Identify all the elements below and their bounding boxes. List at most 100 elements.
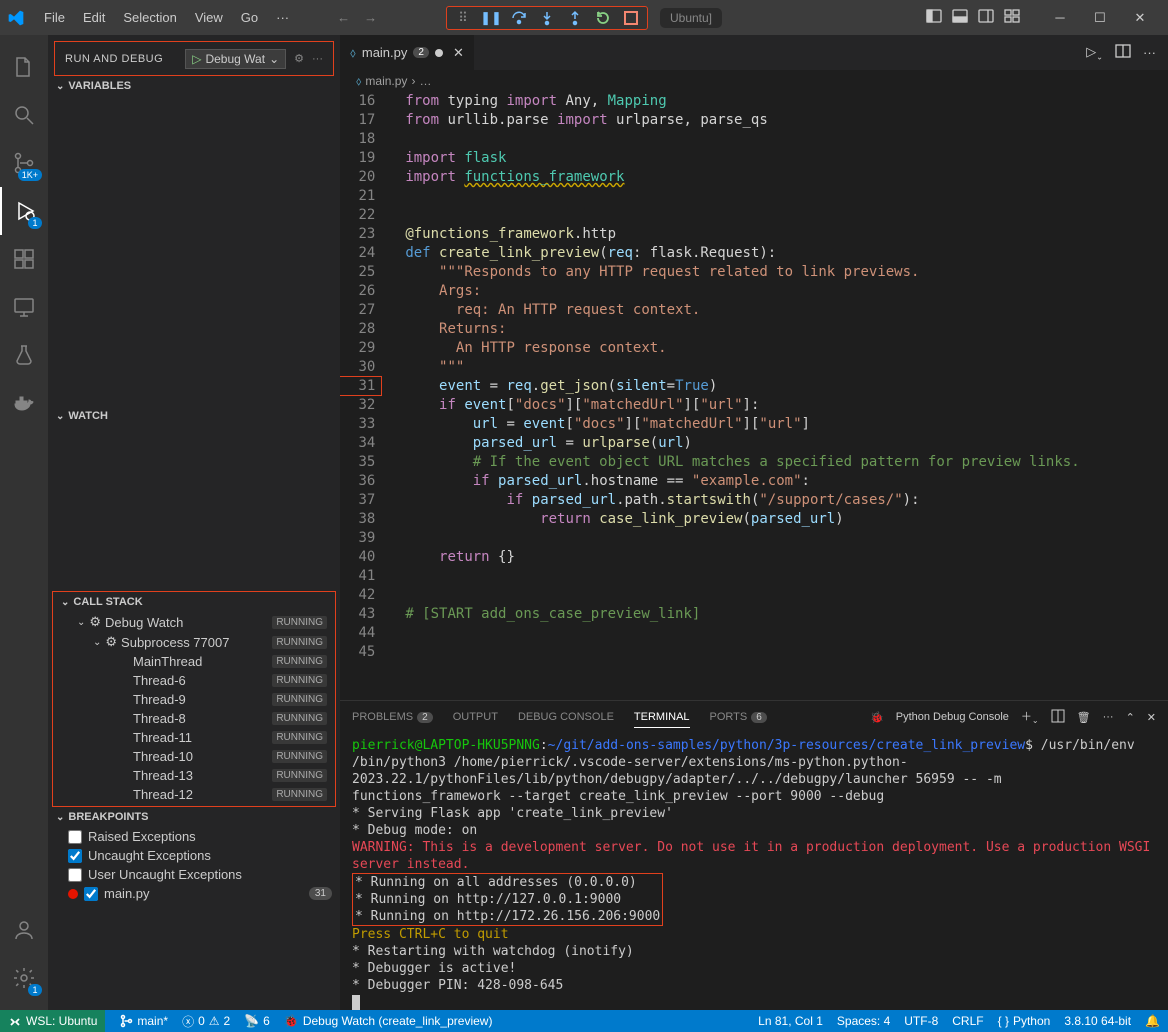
close-panel-icon[interactable]: ✕ — [1147, 711, 1156, 724]
close-icon[interactable]: ✕ — [1120, 3, 1160, 33]
remote-indicator[interactable]: WSL: Ubuntu — [0, 1010, 105, 1032]
callstack-item[interactable]: Thread-9RUNNING — [53, 690, 335, 709]
testing-icon[interactable] — [0, 331, 48, 379]
debug-status[interactable]: 🐞 Debug Watch (create_link_preview) — [284, 1014, 493, 1028]
menu-···[interactable]: ··· — [268, 6, 297, 29]
callstack-item[interactable]: Thread-13RUNNING — [53, 766, 335, 785]
terminal[interactable]: pierrick@LAPTOP-HKU5PNNG:~/git/add-ons-s… — [340, 733, 1168, 1010]
step-out-icon[interactable] — [567, 10, 583, 26]
menu-selection[interactable]: Selection — [115, 6, 184, 29]
step-into-icon[interactable] — [539, 10, 555, 26]
git-branch[interactable]: main* — [119, 1014, 168, 1028]
callstack-item[interactable]: Thread-11RUNNING — [53, 728, 335, 747]
sidebar-title: RUN AND DEBUG — [65, 53, 163, 65]
language-mode[interactable]: { } Python — [998, 1014, 1051, 1028]
split-editor-icon[interactable] — [1115, 43, 1131, 62]
debug-toolbar: ⠿ ❚❚ — [446, 6, 648, 30]
breakpoint-item[interactable]: Raised Exceptions — [48, 827, 340, 846]
variables-section-header[interactable]: ⌄VARIABLES — [48, 76, 340, 96]
panel-tab-problems[interactable]: PROBLEMS2 — [352, 711, 433, 723]
explorer-icon[interactable] — [0, 43, 48, 91]
split-terminal-icon[interactable] — [1051, 709, 1065, 726]
layout-customize-icon[interactable] — [1004, 8, 1020, 27]
panel-tab-terminal[interactable]: TERMINAL — [634, 711, 690, 728]
accounts-icon[interactable] — [0, 906, 48, 954]
menu-edit[interactable]: Edit — [75, 6, 113, 29]
new-terminal-icon[interactable]: ＋⌄ — [1021, 708, 1039, 725]
breadcrumb[interactable]: ⬨ main.py › … — [340, 70, 1168, 92]
pause-icon[interactable]: ❚❚ — [483, 10, 499, 26]
callstack-item[interactable]: MainThreadRUNNING — [53, 652, 335, 671]
search-icon[interactable] — [0, 91, 48, 139]
interpreter[interactable]: 3.8.10 64-bit — [1064, 1014, 1131, 1028]
nav-forward-icon[interactable]: → — [364, 10, 377, 25]
breakpoint-item[interactable]: Uncaught Exceptions — [48, 846, 340, 865]
play-icon: ▷ — [192, 52, 201, 66]
more-actions-icon[interactable]: ··· — [1143, 45, 1156, 60]
more-icon[interactable]: ··· — [312, 53, 323, 65]
callstack-item[interactable]: Thread-6RUNNING — [53, 671, 335, 690]
ports-indicator[interactable]: 📡 6 — [244, 1014, 270, 1028]
debug-icon: 🐞 — [870, 711, 884, 724]
modified-indicator-icon — [435, 49, 443, 57]
stop-icon[interactable] — [623, 10, 639, 26]
close-tab-icon[interactable]: ✕ — [453, 45, 464, 61]
code-editor[interactable]: from typing import Any, Mappingfrom urll… — [395, 92, 1079, 700]
cursor-position[interactable]: Ln 81, Col 1 — [758, 1014, 823, 1028]
panel-tab-ports[interactable]: PORTS6 — [710, 711, 767, 723]
breakpoints-section-header[interactable]: ⌄BREAKPOINTS — [48, 807, 340, 827]
docker-icon[interactable] — [0, 379, 48, 427]
callstack-item[interactable]: ⌄⚙Debug WatchRUNNING — [53, 612, 335, 632]
panel-tab-debug-console[interactable]: DEBUG CONSOLE — [518, 711, 614, 723]
breakpoint-item[interactable]: User Uncaught Exceptions — [48, 865, 340, 884]
layout-bottom-icon[interactable] — [952, 8, 968, 27]
menu-file[interactable]: File — [36, 6, 73, 29]
step-over-icon[interactable] — [511, 10, 527, 26]
terminal-name[interactable]: Python Debug Console — [896, 711, 1009, 723]
nav-back-icon[interactable]: ← — [337, 10, 350, 25]
problems-indicator[interactable]: ⓧ 0 ⚠ 2 — [182, 1013, 230, 1030]
indentation[interactable]: Spaces: 4 — [837, 1014, 890, 1028]
terminal-highlight-box: * Running on all addresses (0.0.0.0) * R… — [352, 873, 663, 926]
layout-right-icon[interactable] — [978, 8, 994, 27]
settings-icon[interactable]: 1 — [0, 954, 48, 1002]
watch-section-header[interactable]: ⌄WATCH — [48, 406, 340, 426]
eol[interactable]: CRLF — [952, 1014, 983, 1028]
run-icon[interactable]: ▷⌄ — [1086, 44, 1103, 62]
gear-icon[interactable]: ⚙ — [294, 52, 304, 65]
status-bar: WSL: Ubuntu main* ⓧ 0 ⚠ 2 📡 6 🐞 Debug Wa… — [0, 1010, 1168, 1032]
debug-config-selector[interactable]: ▷ Debug Wat ⌄ — [185, 49, 286, 69]
command-center[interactable]: Ubuntu] — [660, 8, 722, 28]
more-icon[interactable]: ··· — [1103, 711, 1114, 723]
layout-left-icon[interactable] — [926, 8, 942, 27]
minimize-icon[interactable]: ─ — [1040, 3, 1080, 33]
tab-badge: 2 — [413, 47, 429, 58]
encoding[interactable]: UTF-8 — [904, 1014, 938, 1028]
breakpoint-item[interactable]: main.py31 — [48, 884, 340, 903]
editor-tab-main[interactable]: ⬨ main.py 2 ✕ — [340, 35, 475, 70]
source-control-icon[interactable]: 1K+ — [0, 139, 48, 187]
title-bar: FileEditSelectionViewGo··· ← → ⠿ ❚❚ Ubun… — [0, 0, 1168, 35]
menu-view[interactable]: View — [187, 6, 231, 29]
menu-go[interactable]: Go — [233, 6, 266, 29]
minimap[interactable] — [1080, 92, 1168, 700]
panel-tab-output[interactable]: OUTPUT — [453, 711, 498, 723]
maximize-icon[interactable]: ☐ — [1080, 3, 1120, 33]
maximize-panel-icon[interactable]: ⌃ — [1126, 711, 1135, 724]
run-debug-icon[interactable]: 1 — [0, 187, 48, 235]
kill-terminal-icon[interactable]: 🗑 — [1077, 711, 1091, 724]
drag-handle-icon[interactable]: ⠿ — [455, 10, 471, 26]
restart-icon[interactable] — [595, 10, 611, 26]
callstack-item[interactable]: Thread-10RUNNING — [53, 747, 335, 766]
callstack-item[interactable]: Thread-12RUNNING — [53, 785, 335, 804]
line-gutter[interactable]: 1617181920212223242526272829303132333435… — [340, 92, 395, 700]
callstack-item[interactable]: Thread-8RUNNING — [53, 709, 335, 728]
callstack-item[interactable]: ⌄⚙Subprocess 77007RUNNING — [53, 632, 335, 652]
notifications-icon[interactable]: 🔔 — [1145, 1014, 1160, 1028]
python-file-icon: ⬨ — [356, 74, 361, 89]
vscode-logo-icon — [8, 10, 24, 26]
extensions-icon[interactable] — [0, 235, 48, 283]
remote-explorer-icon[interactable] — [0, 283, 48, 331]
callstack-section-header[interactable]: ⌄CALL STACK — [53, 592, 335, 612]
run-debug-header: RUN AND DEBUG ▷ Debug Wat ⌄ ⚙ ··· — [54, 41, 334, 76]
